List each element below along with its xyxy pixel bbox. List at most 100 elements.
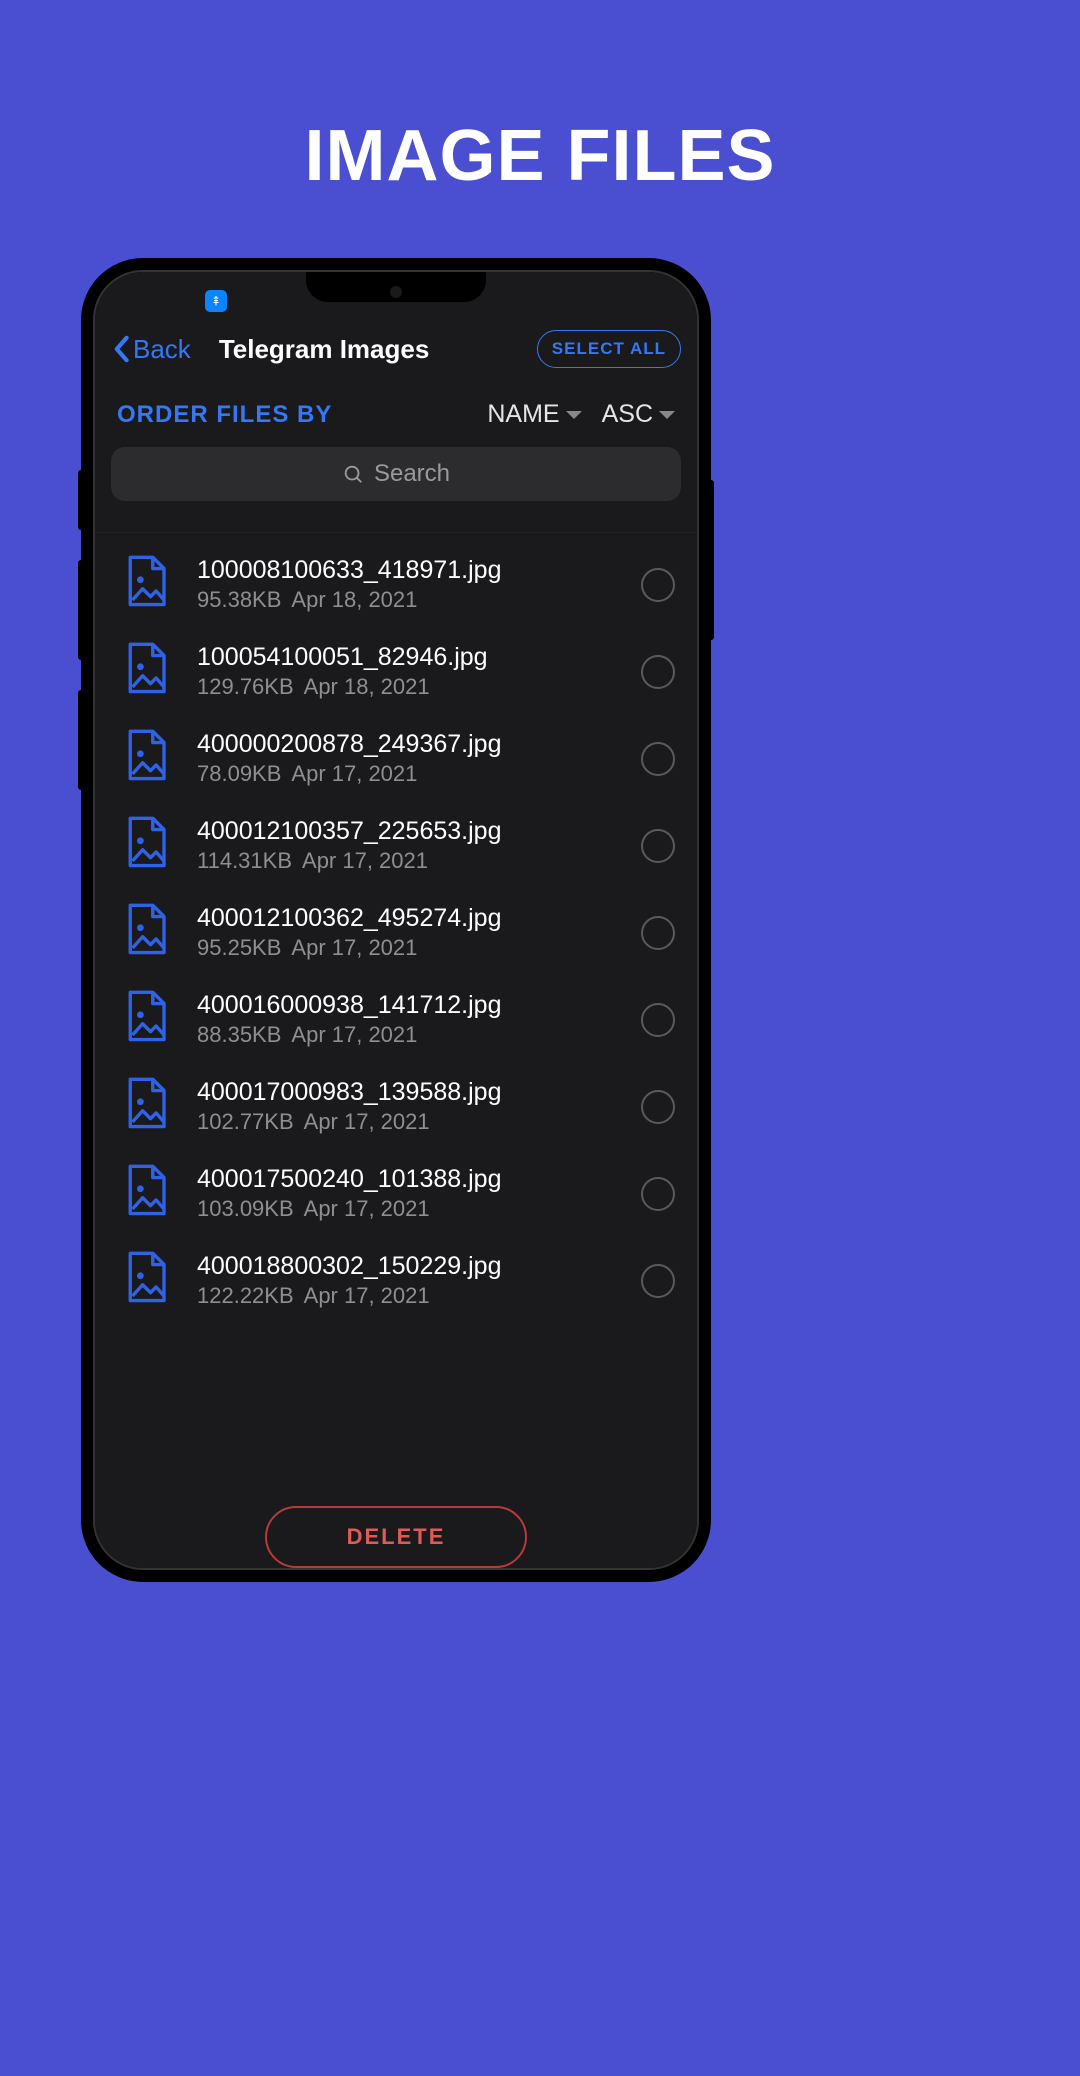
- image-file-icon: [123, 1251, 169, 1310]
- back-button[interactable]: Back: [111, 334, 191, 365]
- sort-field-dropdown[interactable]: NAME: [487, 400, 581, 429]
- file-row[interactable]: 400017000983_139588.jpg 102.77KB Apr 17, …: [95, 1063, 697, 1150]
- select-checkbox[interactable]: [641, 1003, 675, 1037]
- file-size: 78.09KB: [197, 761, 281, 786]
- file-meta: 103.09KB Apr 17, 2021: [197, 1196, 613, 1222]
- select-checkbox[interactable]: [641, 568, 675, 602]
- select-checkbox[interactable]: [641, 655, 675, 689]
- file-meta: 114.31KB Apr 17, 2021: [197, 848, 613, 874]
- bottom-action-bar: DELETE: [95, 1506, 697, 1568]
- image-file-icon: [123, 555, 169, 614]
- file-meta: 102.77KB Apr 17, 2021: [197, 1109, 613, 1135]
- file-row[interactable]: 400012100357_225653.jpg 114.31KB Apr 17, …: [95, 802, 697, 889]
- chevron-left-icon: [111, 335, 131, 363]
- file-row[interactable]: 400016000938_141712.jpg 88.35KB Apr 17, 2…: [95, 976, 697, 1063]
- search-icon: [342, 463, 364, 485]
- file-date: Apr 17, 2021: [291, 1022, 417, 1047]
- phone-side-button: [78, 470, 83, 530]
- file-row[interactable]: 400017500240_101388.jpg 103.09KB Apr 17, …: [95, 1150, 697, 1237]
- file-name: 400017500240_101388.jpg: [197, 1165, 613, 1194]
- select-checkbox[interactable]: [641, 829, 675, 863]
- file-name: 400000200878_249367.jpg: [197, 730, 613, 759]
- phone-bezel: Back Telegram Images SELECT ALL ORDER FI…: [93, 270, 699, 1570]
- file-info: 100054100051_82946.jpg 129.76KB Apr 18, 2…: [197, 643, 613, 700]
- header-divider: [95, 513, 697, 533]
- file-size: 103.09KB: [197, 1196, 294, 1221]
- file-info: 100008100633_418971.jpg 95.38KB Apr 18, 2…: [197, 556, 613, 613]
- file-meta: 122.22KB Apr 17, 2021: [197, 1283, 613, 1309]
- file-row[interactable]: 400018800302_150229.jpg 122.22KB Apr 17, …: [95, 1237, 697, 1324]
- phone-side-button: [709, 480, 714, 640]
- file-name: 400018800302_150229.jpg: [197, 1252, 613, 1281]
- search-input[interactable]: Search: [111, 447, 681, 501]
- file-info: 400012100362_495274.jpg 95.25KB Apr 17, 2…: [197, 904, 613, 961]
- phone-side-button: [78, 560, 83, 660]
- delete-button[interactable]: DELETE: [265, 1506, 528, 1568]
- file-size: 114.31KB: [197, 848, 292, 873]
- file-date: Apr 18, 2021: [291, 587, 417, 612]
- sort-direction-dropdown[interactable]: ASC: [602, 400, 675, 429]
- back-label: Back: [133, 334, 191, 365]
- file-row[interactable]: 400000200878_249367.jpg 78.09KB Apr 17, 2…: [95, 715, 697, 802]
- image-file-icon: [123, 1077, 169, 1136]
- file-size: 95.38KB: [197, 587, 281, 612]
- file-date: Apr 17, 2021: [304, 1283, 430, 1308]
- phone-side-button: [78, 690, 83, 790]
- file-date: Apr 17, 2021: [291, 935, 417, 960]
- file-name: 100008100633_418971.jpg: [197, 556, 613, 585]
- file-size: 88.35KB: [197, 1022, 281, 1047]
- file-size: 122.22KB: [197, 1283, 294, 1308]
- file-row[interactable]: 400012100362_495274.jpg 95.25KB Apr 17, 2…: [95, 889, 697, 976]
- image-file-icon: [123, 642, 169, 701]
- file-info: 400000200878_249367.jpg 78.09KB Apr 17, 2…: [197, 730, 613, 787]
- file-date: Apr 17, 2021: [291, 761, 417, 786]
- sort-field-value: NAME: [487, 400, 559, 429]
- file-name: 400012100357_225653.jpg: [197, 817, 613, 846]
- file-info: 400016000938_141712.jpg 88.35KB Apr 17, 2…: [197, 991, 613, 1048]
- select-checkbox[interactable]: [641, 1264, 675, 1298]
- sort-direction-value: ASC: [602, 400, 653, 429]
- file-name: 100054100051_82946.jpg: [197, 643, 613, 672]
- file-list[interactable]: 100008100633_418971.jpg 95.38KB Apr 18, 2…: [95, 533, 697, 1324]
- file-size: 102.77KB: [197, 1109, 294, 1134]
- file-meta: 88.35KB Apr 17, 2021: [197, 1022, 613, 1048]
- image-file-icon: [123, 1164, 169, 1223]
- usb-debug-icon: [205, 290, 227, 312]
- select-checkbox[interactable]: [641, 1090, 675, 1124]
- file-meta: 78.09KB Apr 17, 2021: [197, 761, 613, 787]
- file-size: 129.76KB: [197, 674, 294, 699]
- file-date: Apr 17, 2021: [304, 1196, 430, 1221]
- chevron-down-icon: [659, 411, 675, 419]
- phone-frame: Back Telegram Images SELECT ALL ORDER FI…: [83, 260, 709, 1580]
- phone-notch: [306, 272, 486, 302]
- file-row[interactable]: 100054100051_82946.jpg 129.76KB Apr 18, 2…: [95, 628, 697, 715]
- sort-bar: ORDER FILES BY NAME ASC: [95, 388, 697, 447]
- select-checkbox[interactable]: [641, 1177, 675, 1211]
- promo-title: IMAGE FILES: [0, 115, 1080, 197]
- file-date: Apr 18, 2021: [304, 674, 430, 699]
- file-name: 400017000983_139588.jpg: [197, 1078, 613, 1107]
- file-date: Apr 17, 2021: [304, 1109, 430, 1134]
- select-checkbox[interactable]: [641, 916, 675, 950]
- file-meta: 129.76KB Apr 18, 2021: [197, 674, 613, 700]
- file-date: Apr 17, 2021: [302, 848, 428, 873]
- image-file-icon: [123, 990, 169, 1049]
- file-row[interactable]: 100008100633_418971.jpg 95.38KB Apr 18, 2…: [95, 541, 697, 628]
- image-file-icon: [123, 816, 169, 875]
- select-checkbox[interactable]: [641, 742, 675, 776]
- page-title: Telegram Images: [219, 334, 537, 365]
- file-size: 95.25KB: [197, 935, 281, 960]
- chevron-down-icon: [566, 411, 582, 419]
- select-all-button[interactable]: SELECT ALL: [537, 330, 681, 368]
- file-info: 400017000983_139588.jpg 102.77KB Apr 17, …: [197, 1078, 613, 1135]
- image-file-icon: [123, 729, 169, 788]
- file-name: 400016000938_141712.jpg: [197, 991, 613, 1020]
- file-name: 400012100362_495274.jpg: [197, 904, 613, 933]
- file-meta: 95.25KB Apr 17, 2021: [197, 935, 613, 961]
- file-info: 400017500240_101388.jpg 103.09KB Apr 17, …: [197, 1165, 613, 1222]
- file-info: 400012100357_225653.jpg 114.31KB Apr 17, …: [197, 817, 613, 874]
- file-info: 400018800302_150229.jpg 122.22KB Apr 17, …: [197, 1252, 613, 1309]
- search-container: Search: [95, 447, 697, 513]
- app-screen: Back Telegram Images SELECT ALL ORDER FI…: [95, 272, 697, 1568]
- search-placeholder: Search: [374, 460, 450, 488]
